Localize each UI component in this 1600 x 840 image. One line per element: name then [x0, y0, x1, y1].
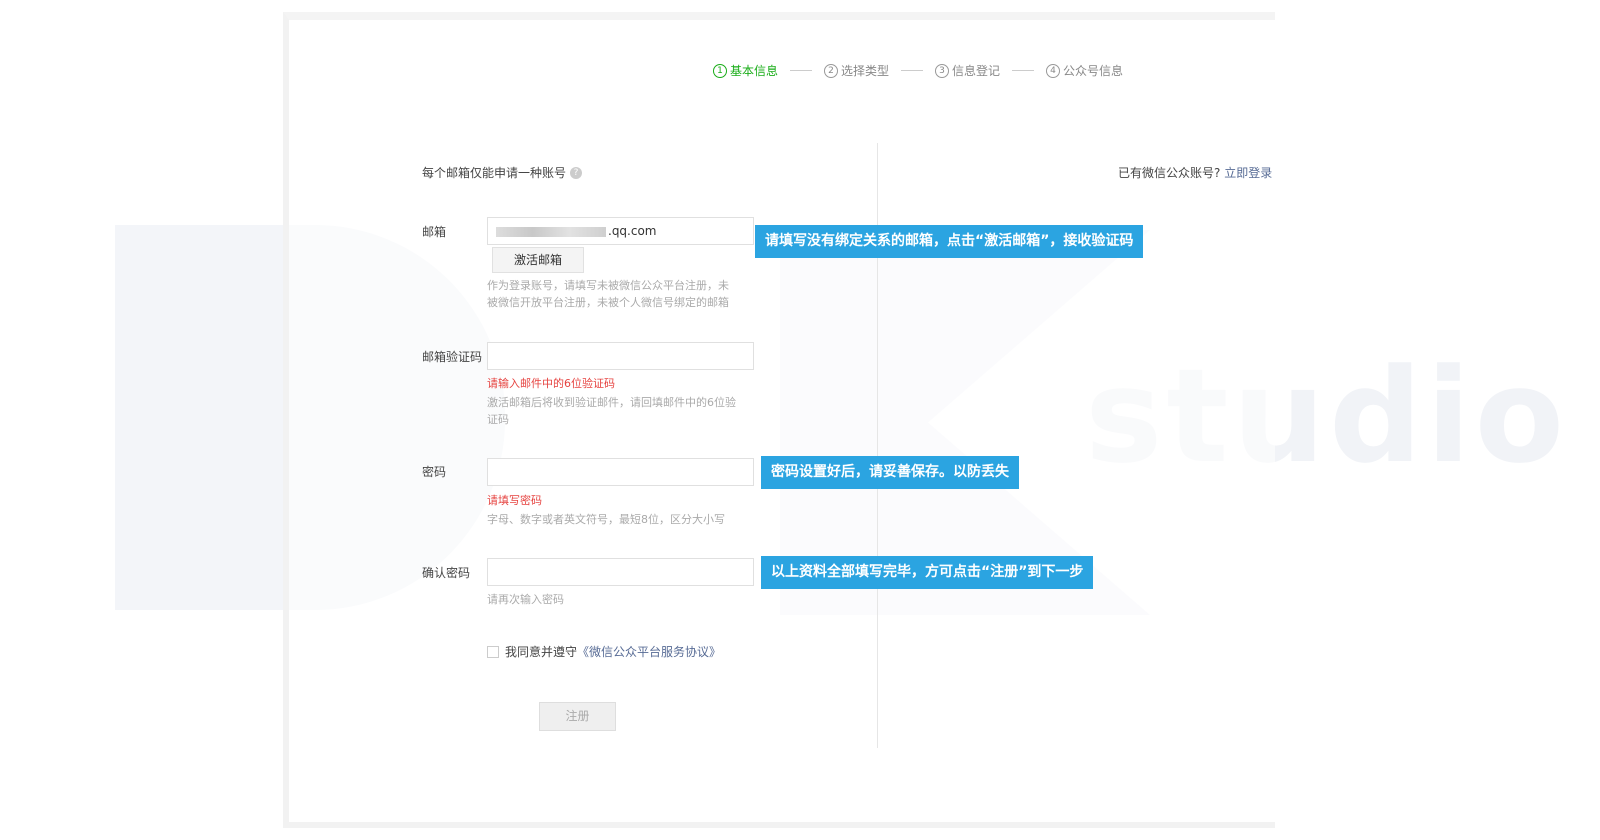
step-number: 2	[824, 63, 839, 78]
password-field[interactable]	[487, 458, 754, 486]
password-hint: 字母、数字或者英文符号，最短8位，区分大小写	[487, 513, 725, 526]
step-separator	[1012, 70, 1035, 71]
confirm-label: 确认密码	[422, 566, 471, 580]
callout-password: 密码设置好后，请妥善保存。以防丢失	[761, 456, 1019, 489]
email-field[interactable]: .qq.com	[487, 217, 754, 245]
step-3: 3 信息登记	[935, 62, 1000, 79]
callout-submit: 以上资料全部填写完毕，方可点击“注册”到下一步	[761, 556, 1094, 589]
login-link[interactable]: 立即登录	[1224, 166, 1272, 180]
step-label: 基本信息	[730, 64, 779, 78]
step-separator	[901, 70, 924, 71]
step-label: 选择类型	[841, 64, 890, 78]
step-number: 3	[935, 63, 950, 78]
step-4: 4 公众号信息	[1046, 62, 1123, 79]
progress-steps: 1 基本信息 2 选择类型 3 信息登记 4 公众号信息	[713, 62, 1123, 79]
email-label: 邮箱	[422, 225, 447, 239]
account-note-text: 每个邮箱仅能申请一种账号	[422, 166, 567, 180]
step-number: 1	[713, 63, 727, 78]
help-icon[interactable]: ?	[570, 166, 583, 179]
step-number: 4	[1046, 63, 1061, 78]
agreement-link[interactable]: 《微信公众平台服务协议》	[577, 643, 721, 660]
confirm-hint: 请再次输入密码	[487, 593, 564, 606]
login-prompt: 已有微信公众账号? 立即登录	[1118, 164, 1272, 181]
activate-email-button[interactable]: 激活邮箱	[492, 247, 584, 273]
code-hint: 激活邮箱后将收到验证邮件，请回填邮件中的6位验证码	[487, 396, 736, 426]
code-field[interactable]	[487, 342, 754, 370]
agree-text: 我同意并遵守	[505, 645, 578, 659]
email-hint: 作为登录账号，请填写未被微信公众平台注册，未被微信开放平台注册，未被个人微信号绑…	[487, 279, 729, 309]
agree-checkbox[interactable]	[487, 645, 499, 658]
login-prompt-text: 已有微信公众账号?	[1118, 166, 1221, 180]
step-label: 公众号信息	[1063, 64, 1124, 78]
password-error: 请填写密码	[487, 494, 542, 507]
step-1: 1 基本信息	[713, 62, 778, 79]
step-separator	[790, 70, 813, 71]
email-value: .qq.com	[608, 224, 657, 238]
blurred-text	[496, 226, 606, 237]
step-2: 2 选择类型	[824, 62, 889, 79]
confirm-password-field[interactable]	[487, 558, 754, 586]
code-error: 请输入邮件中的6位验证码	[487, 377, 615, 390]
code-label: 邮箱验证码	[422, 350, 483, 364]
password-label: 密码	[422, 465, 447, 479]
callout-email: 请填写没有绑定关系的邮箱，点击“激活邮箱”，接收验证码	[755, 225, 1144, 258]
register-button[interactable]: 注册	[539, 702, 616, 731]
step-label: 信息登记	[952, 64, 1001, 78]
agreement: 我同意并遵守 《微信公众平台服务协议》	[487, 643, 721, 660]
registration-card	[283, 12, 1275, 828]
account-note: 每个邮箱仅能申请一种账号 ?	[422, 164, 583, 181]
